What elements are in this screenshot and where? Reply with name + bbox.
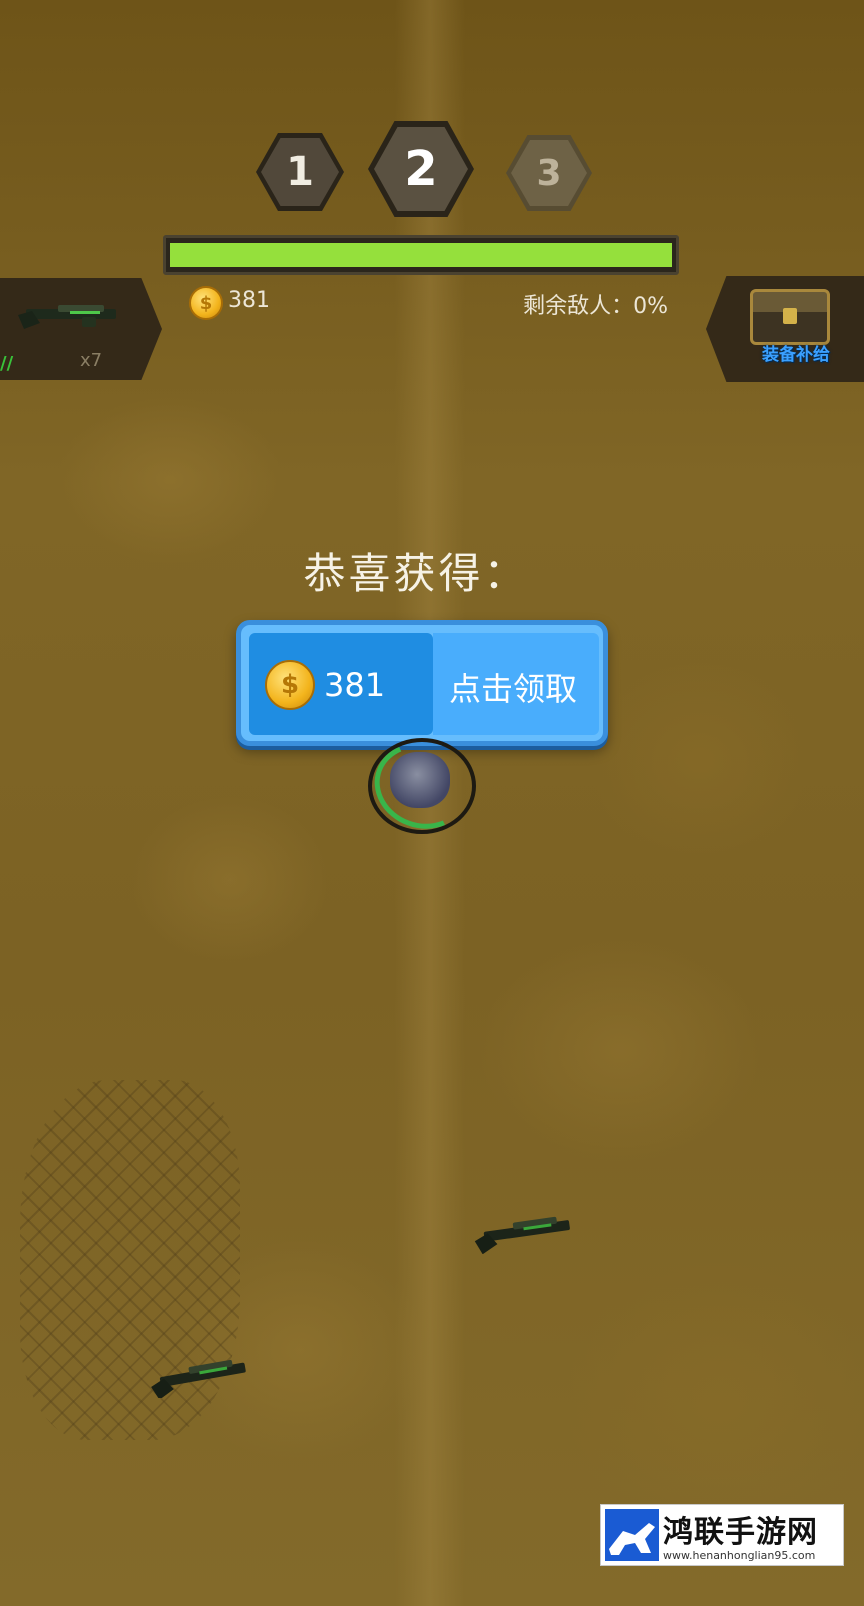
stage-1-label: 1: [286, 149, 314, 195]
claim-label[interactable]: 点击领取: [430, 664, 596, 710]
player-character: [390, 752, 450, 808]
shotgun-icon: [18, 305, 116, 329]
weapon-count: x7: [80, 350, 103, 371]
dropped-shotgun[interactable]: [150, 1354, 254, 1398]
weapon-ammo-indicator: //: [0, 353, 14, 374]
watermark-title: 鸿联手游网: [663, 1515, 818, 1550]
level-progress-bar: [163, 235, 679, 275]
gold-coin-icon: $: [189, 286, 223, 320]
level-progress-fill: [170, 243, 672, 267]
stage-3-label: 3: [536, 152, 562, 194]
treasure-chest-icon: [750, 289, 830, 345]
reward-title: 恭喜获得：: [303, 549, 529, 598]
gold-coin-icon: $: [265, 660, 315, 710]
stage-2-label: 2: [404, 141, 438, 197]
coin-count: 381: [228, 288, 270, 313]
dropped-shotgun[interactable]: [474, 1210, 578, 1254]
watermark-url: www.henanhonglian95.com: [663, 1549, 816, 1562]
site-watermark: 鸿联手游网 www.henanhonglian95.com: [600, 1504, 844, 1566]
supply-label: 装备补给: [762, 345, 830, 365]
enemies-remaining: 剩余敌人：0%: [523, 294, 668, 319]
reward-amount: 381: [324, 666, 386, 704]
horse-logo-icon: [605, 1509, 659, 1561]
